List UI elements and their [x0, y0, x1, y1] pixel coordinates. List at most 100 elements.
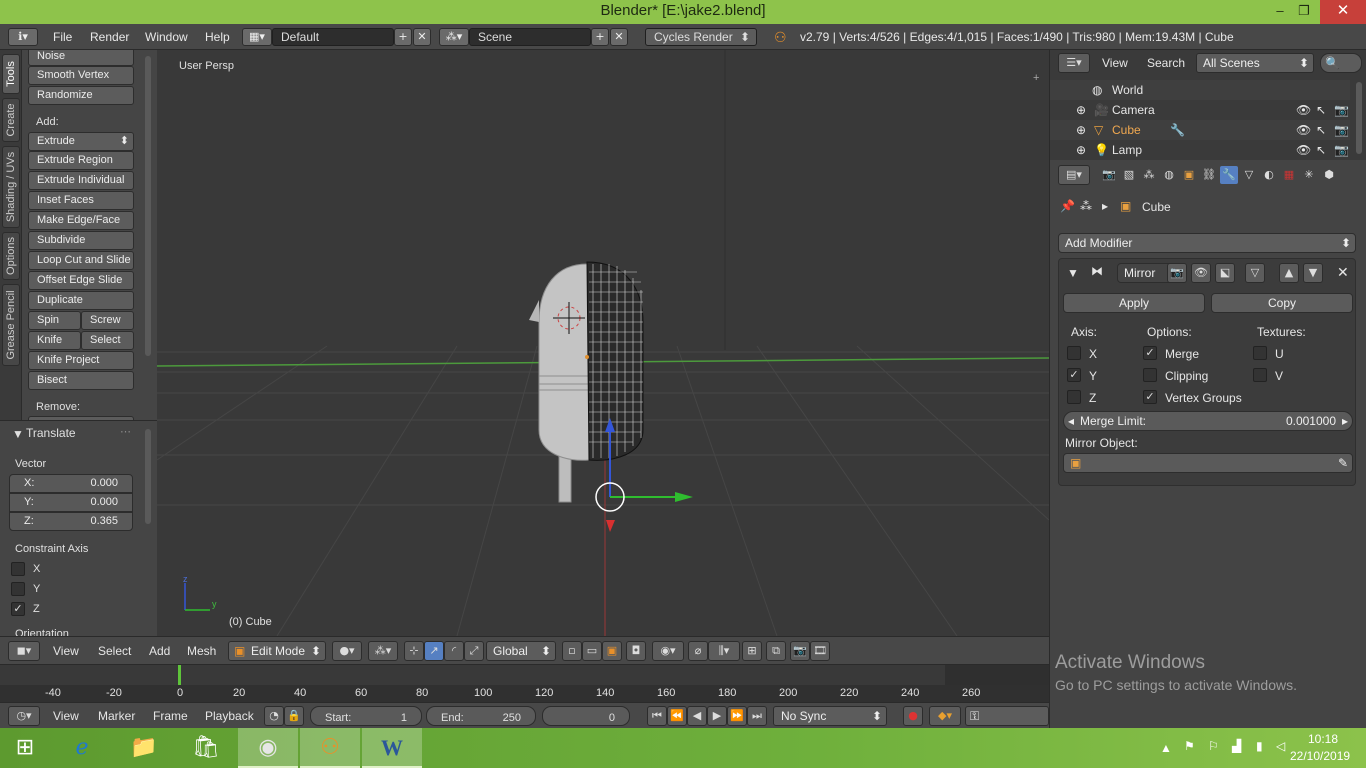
- knife-project-button[interactable]: Knife Project: [28, 351, 134, 370]
- eye-icon[interactable]: 👁: [1296, 143, 1311, 157]
- modifier-viewport-icon[interactable]: 👁: [1191, 263, 1211, 283]
- render-view-icon[interactable]: 📷: [790, 641, 810, 661]
- eye-icon[interactable]: 👁: [1296, 103, 1311, 117]
- tl-menu-playback[interactable]: Playback: [205, 709, 254, 723]
- pin-icon[interactable]: 📌: [1060, 199, 1075, 213]
- keying-set-icon[interactable]: ◆▾: [929, 706, 961, 726]
- properties-editor-icon[interactable]: ▤▾: [1058, 165, 1090, 185]
- modifier-editmode-icon[interactable]: ⬕: [1215, 263, 1235, 283]
- redo-collapse-icon[interactable]: ▼: [12, 427, 24, 441]
- orientation-select[interactable]: Global ⬍: [486, 641, 556, 661]
- signal-icon[interactable]: ▟: [1232, 739, 1241, 753]
- eyedropper-icon[interactable]: ✎: [1338, 454, 1348, 472]
- modifier-cage-icon[interactable]: ▽: [1245, 263, 1265, 283]
- screw-button[interactable]: Screw: [81, 311, 134, 330]
- battery-icon[interactable]: ▮: [1256, 739, 1263, 753]
- edge-select-icon[interactable]: ▭: [582, 641, 602, 661]
- tab-shading-uvs[interactable]: Shading / UVs: [2, 146, 20, 228]
- render-anim-icon[interactable]: 🎞: [810, 641, 830, 661]
- sync-select[interactable]: No Sync ⬍: [773, 706, 887, 726]
- clipping-checkbox[interactable]: [1143, 368, 1157, 382]
- copy-button[interactable]: Copy: [1211, 293, 1353, 313]
- tab-create[interactable]: Create: [2, 98, 20, 142]
- scene-add-icon[interactable]: +: [591, 28, 609, 46]
- translate-manipulator-icon[interactable]: ↗: [424, 641, 444, 661]
- menu-render[interactable]: Render: [90, 28, 129, 46]
- toolshelf-scrollbar[interactable]: [145, 56, 151, 356]
- current-frame-marker[interactable]: [178, 665, 181, 685]
- material-tab-icon[interactable]: ◐: [1260, 166, 1278, 184]
- preview-range-icon[interactable]: ◔: [264, 706, 284, 726]
- extrude-dropdown[interactable]: Extrude ⬍: [28, 132, 134, 151]
- tray-expand-icon[interactable]: ▲: [1160, 741, 1172, 755]
- constraint-y-checkbox[interactable]: [11, 582, 25, 596]
- vertex-groups-checkbox[interactable]: ✓: [1143, 390, 1157, 404]
- outliner-row-lamp[interactable]: ⊕ 💡 Lamp 👁 ↖ 📷: [1050, 140, 1350, 160]
- expand-icon[interactable]: ⊕: [1076, 143, 1086, 157]
- action-center-icon[interactable]: ⚑: [1184, 739, 1195, 753]
- jump-end-icon[interactable]: ⏭: [747, 706, 767, 726]
- tab-grease-pencil[interactable]: Grease Pencil: [2, 284, 20, 366]
- merge-checkbox[interactable]: ✓: [1143, 346, 1157, 360]
- object-tab-icon[interactable]: ▣: [1180, 166, 1198, 184]
- scene-field[interactable]: Scene: [469, 28, 591, 46]
- info-editor-type-icon[interactable]: ℹ▾: [8, 28, 38, 46]
- world-tab-icon[interactable]: ◍: [1160, 166, 1178, 184]
- modifier-render-icon[interactable]: 📷: [1167, 263, 1187, 283]
- select-cursor-icon[interactable]: ↖: [1316, 123, 1326, 137]
- start-frame-field[interactable]: Start: 1: [310, 706, 422, 726]
- data-tab-icon[interactable]: ▽: [1240, 166, 1258, 184]
- editor-type-icon[interactable]: ◼▾: [8, 641, 40, 661]
- texture-u-checkbox[interactable]: [1253, 346, 1267, 360]
- menu-window[interactable]: Window: [145, 28, 188, 46]
- mirror-object-field[interactable]: ▣ ✎: [1063, 453, 1353, 473]
- chrome-icon[interactable]: ◉: [238, 728, 298, 768]
- render-icon[interactable]: 📷: [1334, 143, 1349, 157]
- vertex-select-icon[interactable]: ▫: [562, 641, 582, 661]
- smooth-vertex-button[interactable]: Smooth Vertex: [28, 66, 134, 85]
- blender-taskbar-icon[interactable]: ⚇: [300, 728, 360, 768]
- offset-edge-slide-button[interactable]: Offset Edge Slide: [28, 271, 134, 290]
- render-layers-tab-icon[interactable]: ▧: [1120, 166, 1138, 184]
- snap-toggle-icon[interactable]: ⌀: [688, 641, 708, 661]
- spin-button[interactable]: Spin: [28, 311, 81, 330]
- outliner-menu-view[interactable]: View: [1102, 56, 1128, 70]
- network-icon[interactable]: ⚐: [1208, 739, 1219, 753]
- move-up-icon[interactable]: ▲: [1279, 263, 1299, 283]
- render-tab-icon[interactable]: 📷: [1100, 166, 1118, 184]
- select-cursor-icon[interactable]: ↖: [1316, 103, 1326, 117]
- outliner-row-world[interactable]: ◍ World: [1050, 80, 1350, 100]
- texture-v-checkbox[interactable]: [1253, 368, 1267, 382]
- physics-tab-icon[interactable]: ⬢: [1320, 166, 1338, 184]
- display-mode-select[interactable]: All Scenes ⬍: [1196, 53, 1314, 73]
- move-down-icon[interactable]: ▼: [1303, 263, 1323, 283]
- play-reverse-icon[interactable]: ◀: [687, 706, 707, 726]
- tab-options[interactable]: Options: [2, 232, 20, 280]
- clock-date[interactable]: 22/10/2019: [1290, 749, 1350, 763]
- vector-y-field[interactable]: Y: 0.000: [9, 493, 133, 512]
- current-frame-field[interactable]: 0: [542, 706, 630, 726]
- viewport-expand-icon[interactable]: +: [1033, 72, 1039, 84]
- apply-button[interactable]: Apply: [1063, 293, 1205, 313]
- clock-time[interactable]: 10:18: [1308, 732, 1338, 746]
- eye-icon[interactable]: 👁: [1296, 123, 1311, 137]
- timeline-area[interactable]: -40 -20 0 20 40 60 80 100 120 140 160 18…: [0, 664, 1049, 703]
- render-icon[interactable]: 📷: [1334, 103, 1349, 117]
- keying-set-field[interactable]: ⚿: [965, 706, 1049, 726]
- extrude-individual-button[interactable]: Extrude Individual: [28, 171, 134, 190]
- gizmo-x-head[interactable]: [606, 520, 615, 532]
- outliner-editor-icon[interactable]: ☰▾: [1058, 53, 1090, 73]
- jump-start-icon[interactable]: ⏮: [647, 706, 667, 726]
- volume-icon[interactable]: ◁: [1276, 739, 1285, 753]
- modifier-name-field[interactable]: Mirror: [1117, 263, 1173, 283]
- render-icon[interactable]: 📷: [1334, 123, 1349, 137]
- scene-remove-icon[interactable]: ✕: [610, 28, 628, 46]
- vp-menu-add[interactable]: Add: [149, 644, 170, 658]
- word-icon[interactable]: W: [362, 728, 422, 768]
- expand-icon[interactable]: ⊕: [1076, 103, 1086, 117]
- outliner-row-cube[interactable]: ⊕ ▽ Cube 🔧 👁 ↖ 📷: [1050, 120, 1350, 140]
- texture-tab-icon[interactable]: ▦: [1280, 166, 1298, 184]
- tl-menu-view[interactable]: View: [53, 709, 79, 723]
- close-button[interactable]: ✕: [1320, 0, 1366, 24]
- render-engine-select[interactable]: Cycles Render ⬍: [645, 28, 757, 46]
